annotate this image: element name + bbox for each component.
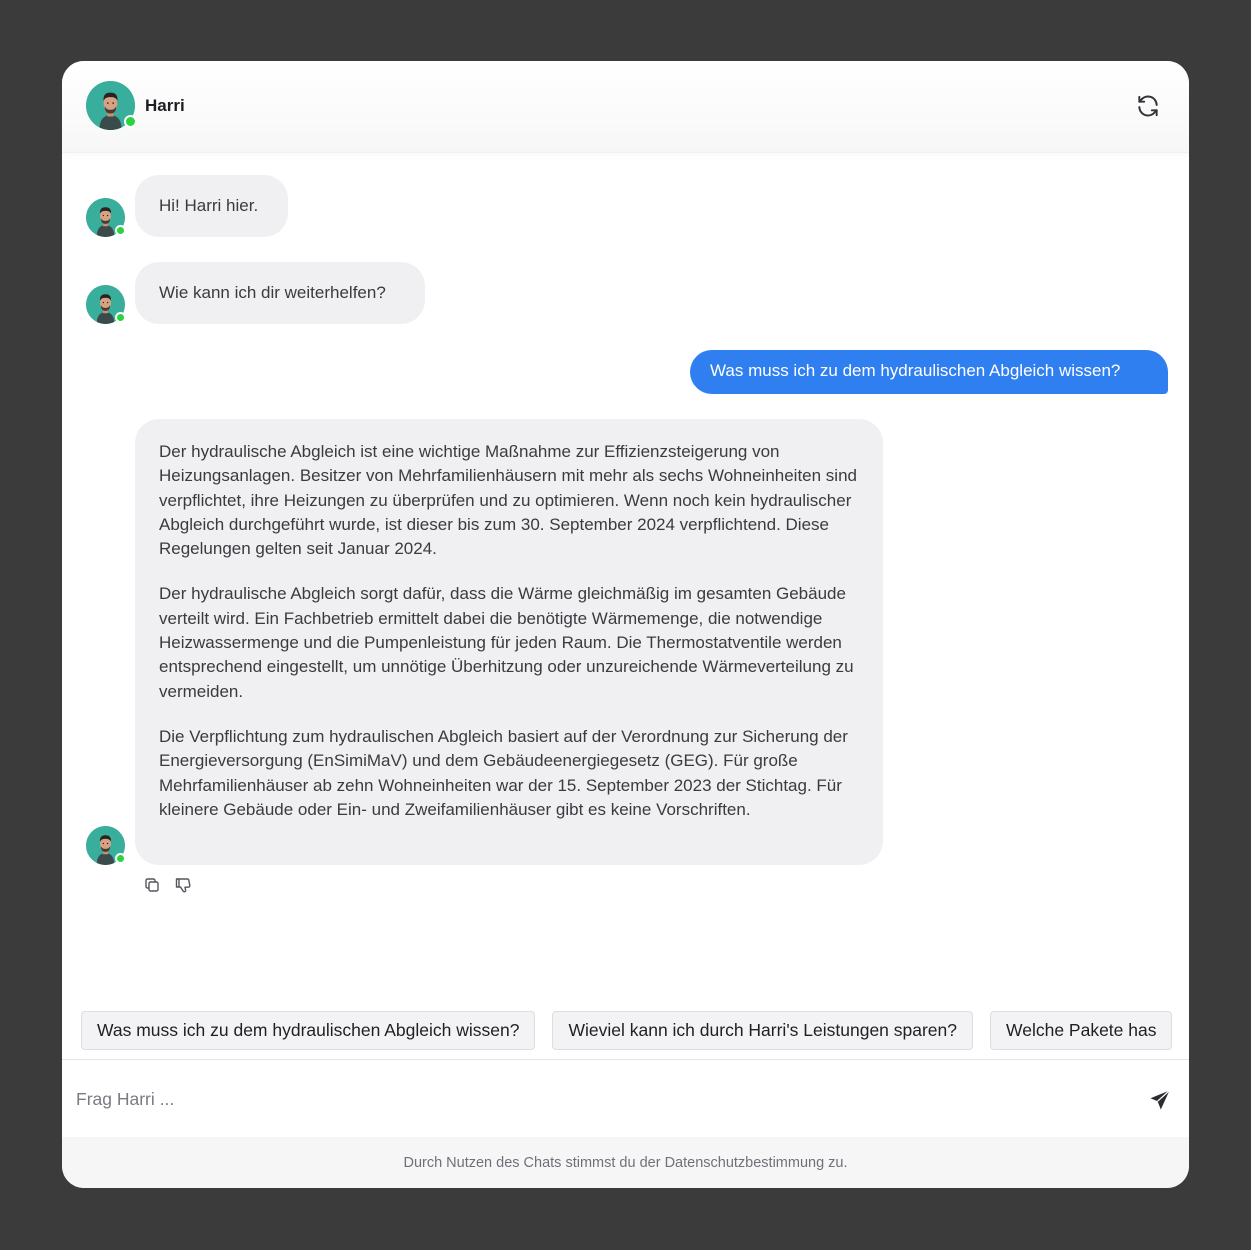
message-actions <box>142 875 200 895</box>
suggestion-chip[interactable]: Was muss ich zu dem hydraulischen Abglei… <box>81 1011 536 1050</box>
dislike-button[interactable] <box>173 875 193 895</box>
avatar <box>86 81 137 130</box>
message-paragraph: Der hydraulische Abgleich sorgt dafür, d… <box>159 584 854 701</box>
bot-message: Der hydraulische Abgleich ist eine wicht… <box>135 419 883 865</box>
refresh-icon <box>1138 95 1158 117</box>
copy-icon <box>145 878 159 892</box>
agent-name: Harri <box>145 96 185 115</box>
user-message: Was muss ich zu dem hydraulischen Abglei… <box>690 350 1168 394</box>
bot-message: Wie kann ich dir weiterhelfen? <box>135 262 425 324</box>
bot-avatar <box>86 198 126 237</box>
suggestion-chip[interactable]: Welche Pakete has <box>990 1011 1173 1050</box>
online-status-indicator <box>115 853 126 864</box>
message-paragraph: Der hydraulische Abgleich ist eine wicht… <box>159 442 857 559</box>
online-status-indicator <box>124 115 137 128</box>
bot-avatar <box>86 826 126 865</box>
chat-header: Harri <box>62 61 1189 153</box>
refresh-button[interactable] <box>1135 93 1161 119</box>
online-status-indicator <box>115 312 126 323</box>
bot-message: Hi! Harri hier. <box>135 175 288 237</box>
send-button[interactable] <box>1148 1088 1172 1112</box>
copy-button[interactable] <box>142 875 162 895</box>
send-icon <box>1150 1090 1170 1110</box>
privacy-notice: Durch Nutzen des Chats stimmst du der Da… <box>62 1137 1189 1188</box>
suggestion-chip[interactable]: Wieviel kann ich durch Harri's Leistunge… <box>552 1011 974 1050</box>
bot-avatar <box>86 285 126 324</box>
chat-window: Harri Hi! Harri hier. Wie kann ich dir w… <box>62 61 1189 1188</box>
message-composer <box>62 1059 1189 1137</box>
message-paragraph: Die Verpflichtung zum hydraulischen Abgl… <box>159 726 848 819</box>
thumbs-down-icon <box>176 878 191 893</box>
chat-input[interactable] <box>76 1080 1116 1118</box>
suggestion-chips: Was muss ich zu dem hydraulischen Abglei… <box>81 1011 1189 1051</box>
online-status-indicator <box>115 225 126 236</box>
